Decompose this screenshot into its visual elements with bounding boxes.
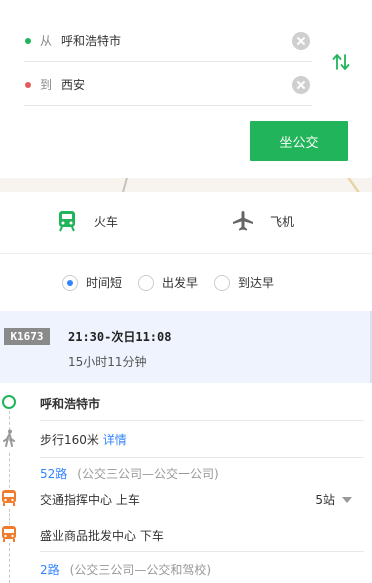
chevron-down-icon bbox=[342, 496, 352, 503]
radio-icon bbox=[214, 274, 230, 291]
bus-icon bbox=[2, 526, 16, 542]
route-steps: 呼和浩特市 步行160米 详情 52路 (公交三公司—公交一公司) 交通指挥中心 … bbox=[0, 383, 372, 583]
board-stop: 交通指挥中心 上车 bbox=[40, 493, 140, 507]
from-input[interactable]: 呼和浩特市 bbox=[61, 32, 292, 49]
route-line[interactable]: 52路 (公交三公司—公交一公司) bbox=[40, 465, 219, 482]
sort-earliest-depart[interactable]: 出发早 bbox=[138, 274, 198, 291]
from-dot-icon bbox=[25, 37, 31, 44]
from-prefix: 从 bbox=[40, 34, 53, 48]
route-direction: (公交三公司—公交和驾校) bbox=[69, 563, 212, 577]
airplane-icon bbox=[233, 211, 253, 231]
route-line[interactable]: 2路 (公交三公司—公交和驾校) bbox=[40, 561, 211, 578]
walk-detail-link[interactable]: 详情 bbox=[103, 433, 127, 447]
sort-shortest-time[interactable]: 时间短 bbox=[62, 274, 122, 291]
tab-flight[interactable]: 飞机 bbox=[232, 206, 294, 236]
train-time: 21:30-次日11:08 bbox=[68, 330, 172, 344]
from-field[interactable]: 从 呼和浩特市 bbox=[24, 20, 312, 62]
transport-mode-tabs: 火车 飞机 bbox=[0, 192, 372, 254]
sort-earliest-arrive[interactable]: 到达早 bbox=[214, 274, 274, 291]
clear-from-icon[interactable] bbox=[292, 31, 310, 50]
walk-step-text: 步行160米 详情 bbox=[40, 431, 127, 448]
map-preview[interactable] bbox=[0, 178, 372, 192]
alight-stop: 盛业商品批发中心 下车 bbox=[40, 529, 164, 543]
to-field[interactable]: 到 西安 bbox=[24, 64, 312, 106]
origin-circle-icon bbox=[2, 395, 16, 409]
tab-train-label: 火车 bbox=[94, 214, 119, 229]
walk-distance: 步行160米 bbox=[40, 433, 99, 447]
radio-icon bbox=[138, 274, 154, 291]
clear-to-icon[interactable] bbox=[292, 75, 310, 94]
route-number[interactable]: 52路 bbox=[40, 467, 67, 481]
to-input[interactable]: 西安 bbox=[61, 76, 292, 93]
bus-search-button[interactable]: 坐公交 bbox=[250, 121, 348, 161]
sort-label: 到达早 bbox=[238, 276, 275, 290]
stops-count: 5站 bbox=[315, 493, 335, 507]
to-prefix: 到 bbox=[40, 78, 53, 92]
swap-icon[interactable] bbox=[331, 52, 351, 72]
train-number-badge: K1673 bbox=[4, 328, 50, 345]
route-search-panel: 从 呼和浩特市 到 西安 坐公交 bbox=[0, 0, 372, 178]
route-number[interactable]: 2路 bbox=[40, 563, 60, 577]
train-result-card[interactable]: K1673 21:30-次日11:08 15小时11分钟 bbox=[0, 311, 372, 383]
sort-options: 时间短 出发早 到达早 bbox=[0, 270, 372, 296]
bus-icon bbox=[2, 490, 16, 506]
origin-name: 呼和浩特市 bbox=[40, 397, 101, 411]
tab-flight-label: 飞机 bbox=[270, 214, 295, 229]
route-direction: (公交三公司—公交一公司) bbox=[77, 467, 219, 481]
sort-label: 时间短 bbox=[86, 276, 123, 290]
tab-train[interactable]: 火车 bbox=[58, 206, 118, 236]
stops-toggle[interactable]: 5站 bbox=[315, 491, 352, 508]
to-dot-icon bbox=[25, 81, 31, 88]
walk-icon bbox=[3, 429, 15, 447]
radio-selected-icon bbox=[62, 274, 78, 291]
train-duration: 15小时11分钟 bbox=[68, 355, 147, 369]
sort-label: 出发早 bbox=[162, 276, 199, 290]
train-icon bbox=[59, 211, 75, 232]
